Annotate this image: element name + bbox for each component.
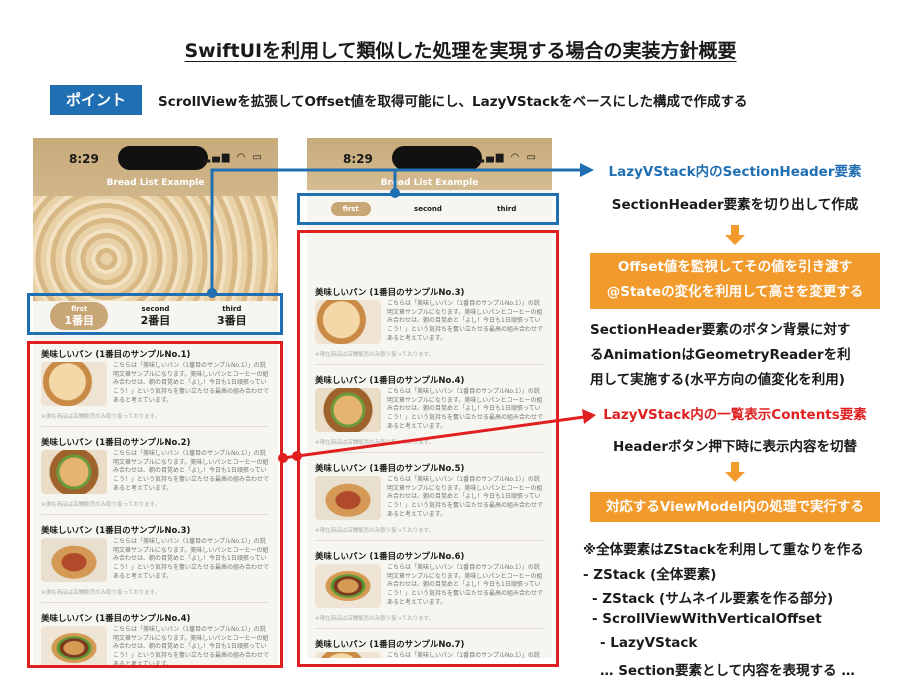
note-line: - ZStack (サムネイル要素を作る部分) (592, 591, 834, 607)
red-connector (282, 415, 585, 460)
animation-desc-line: 用して実施する(水平方向の値変化を利用) (590, 372, 845, 388)
red-dot (292, 451, 302, 461)
red-dot (278, 453, 288, 463)
note-line: ※全体要素はZStackを利用して重なりを作る (583, 542, 864, 558)
offset-box: Offset値を監視してその値を引き渡す @Stateの変化を利用して高さを変更… (590, 253, 880, 309)
viewmodel-box: 対応するViewModel内の処理で実行する (590, 492, 880, 522)
animation-desc-line: SectionHeader要素のボタン背景に対す (590, 322, 851, 338)
note-line: - ScrollViewWithVerticalOffset (592, 611, 822, 627)
animation-desc-line: るAnimationはGeometryReaderを利 (590, 347, 851, 363)
header-desc: SectionHeader要素を切り出して作成 (611, 197, 859, 213)
note-line: - ZStack (全体要素) (583, 567, 717, 583)
header-title: LazyVStack内のSectionHeader要素 (608, 164, 862, 180)
contents-title: LazyVStack内の一覧表示Contents要素 (603, 407, 867, 423)
blue-dot (390, 188, 400, 198)
animation-desc: SectionHeader要素のボタン背景に対す るAnimationはGeom… (590, 318, 890, 393)
note-line: - LazyVStack (600, 635, 698, 651)
note-line: … Section要素として内容を表現する … (600, 663, 855, 679)
offset-box-line: Offset値を監視してその値を引き渡す (617, 259, 853, 275)
contents-desc: Headerボタン押下時に表示内容を切替 (612, 439, 858, 455)
blue-dot (207, 288, 217, 298)
offset-box-line: @Stateの変化を利用して高さを変更する (606, 284, 864, 300)
